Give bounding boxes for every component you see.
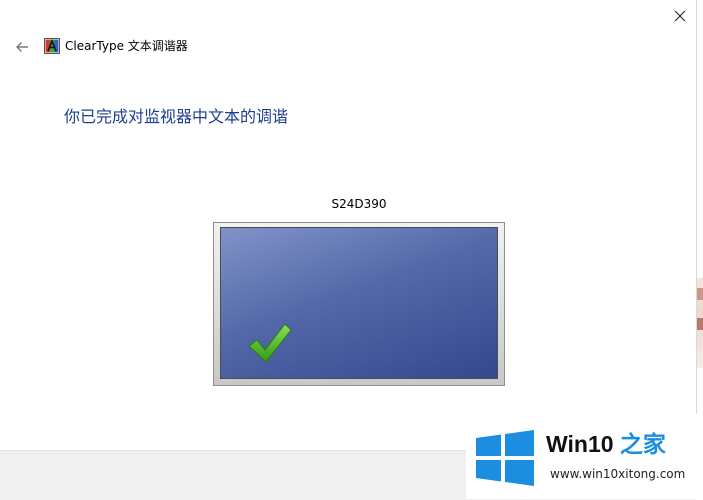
cleartype-app-icon: [44, 38, 60, 54]
watermark-title-main: Win10: [546, 431, 620, 457]
close-button[interactable]: [664, 2, 696, 30]
monitor-name-label: S24D390: [331, 197, 387, 211]
monitor-screen: [220, 227, 498, 379]
checkmark-icon: [248, 323, 292, 363]
background-image-fragment: [697, 288, 703, 300]
close-icon: [674, 10, 686, 22]
watermark-title-accent: 之家: [619, 431, 666, 457]
monitor-illustration: [213, 222, 505, 386]
page-heading: 你已完成对监视器中文本的调谐: [64, 107, 289, 126]
watermark-title: Win10 之家: [546, 430, 666, 458]
watermark-url: www.win10xitong.com: [550, 467, 686, 481]
windows-logo-icon: [476, 430, 534, 486]
window-title: ClearType 文本调谐器: [65, 39, 188, 53]
back-button[interactable]: [10, 36, 34, 58]
back-arrow-icon: [16, 42, 28, 52]
background-image-fragment: [697, 318, 703, 330]
watermark: Win10 之家 www.win10xitong.com: [466, 414, 703, 499]
